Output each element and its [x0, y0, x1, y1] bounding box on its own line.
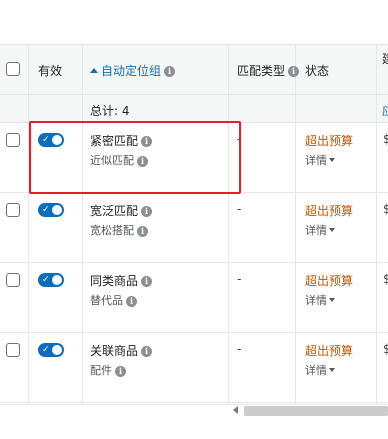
info-icon[interactable]: i [115, 365, 126, 377]
enabled-toggle[interactable]: ✓ [38, 203, 64, 217]
check-icon: ✓ [42, 205, 50, 215]
top-strip [0, 0, 388, 44]
column-divider [228, 44, 229, 404]
info-icon[interactable]: i [141, 206, 153, 217]
next-column-header: 建 [382, 50, 388, 67]
auto-targeting-group-column-header[interactable]: 自动定位组 i [90, 62, 176, 79]
sort-ascending-icon [90, 68, 98, 73]
targeting-group-name-text: 同类商品 [90, 274, 139, 288]
match-type-value: - [237, 202, 242, 216]
details-dropdown[interactable]: 详情 [305, 362, 335, 378]
info-icon[interactable]: i [288, 66, 300, 77]
targeting-group-name: 宽泛匹配 i [90, 202, 153, 219]
match-type-value: - [237, 272, 242, 286]
next-column-total: 应 [382, 102, 388, 119]
next-column-value: $ [383, 272, 388, 286]
toggle-knob [52, 345, 62, 355]
column-divider [295, 44, 296, 404]
info-icon[interactable]: i [164, 66, 176, 77]
targeting-group-subtitle: 替代品 i [90, 292, 137, 308]
details-label: 详情 [305, 224, 327, 237]
caret-down-icon [329, 158, 335, 162]
check-icon: ✓ [42, 275, 50, 285]
row-checkbox[interactable] [6, 203, 20, 217]
column-divider [28, 44, 29, 404]
scroll-left-arrow-icon[interactable] [233, 406, 238, 414]
column-divider [82, 44, 83, 404]
targeting-group-subtitle-text: 替代品 [90, 294, 123, 307]
targeting-group-subtitle-text: 配件 [90, 364, 112, 377]
targeting-group-name: 关联商品 i [90, 342, 153, 359]
column-divider [376, 44, 377, 404]
auto-targeting-group-label: 自动定位组 [101, 64, 162, 78]
details-dropdown[interactable]: 详情 [305, 222, 335, 238]
next-column-value: $ [383, 202, 388, 216]
targeting-group-name-text: 宽泛匹配 [90, 204, 139, 218]
status-text: 超出预算 [305, 204, 354, 218]
row-checkbox[interactable] [6, 133, 20, 147]
enabled-column-header: 有效 [38, 64, 63, 78]
enabled-toggle[interactable]: ✓ [38, 343, 64, 357]
details-label: 详情 [305, 154, 327, 167]
highlight-box [29, 121, 241, 194]
check-icon: ✓ [42, 345, 50, 355]
targeting-group-name-text: 关联商品 [90, 344, 139, 358]
details-label: 详情 [305, 364, 327, 377]
info-icon[interactable]: i [137, 225, 148, 237]
status-text: 超出预算 [305, 274, 354, 288]
status-column-header: 状态 [305, 64, 330, 78]
total-count: 总计: 4 [90, 104, 130, 118]
details-label: 详情 [305, 294, 327, 307]
total-row [0, 95, 388, 123]
info-icon[interactable]: i [126, 295, 137, 307]
info-icon[interactable]: i [141, 276, 153, 287]
match-type-column-header: 匹配类型 i [237, 62, 300, 79]
targeting-group-subtitle: 配件 i [90, 362, 126, 378]
details-dropdown[interactable]: 详情 [305, 152, 335, 168]
targeting-group-subtitle-text: 宽松搭配 [90, 224, 134, 237]
row-checkbox[interactable] [6, 273, 20, 287]
row-checkbox[interactable] [6, 343, 20, 357]
caret-down-icon [329, 298, 335, 302]
match-type-label: 匹配类型 [237, 64, 286, 78]
targeting-group-name: 同类商品 i [90, 272, 153, 289]
enabled-toggle[interactable]: ✓ [38, 273, 64, 287]
next-column-value: $ [383, 132, 388, 146]
toggle-knob [52, 275, 62, 285]
toggle-knob [52, 205, 62, 215]
caret-down-icon [329, 228, 335, 232]
targeting-group-subtitle: 宽松搭配 i [90, 222, 148, 238]
scrollbar-thumb[interactable] [244, 406, 388, 416]
status-text: 超出预算 [305, 344, 354, 358]
select-all-checkbox[interactable] [6, 62, 20, 76]
match-type-value: - [237, 342, 242, 356]
caret-down-icon [329, 368, 335, 372]
details-dropdown[interactable]: 详情 [305, 292, 335, 308]
status-text: 超出预算 [305, 134, 354, 148]
next-column-value: $ [383, 342, 388, 356]
info-icon[interactable]: i [141, 346, 153, 357]
